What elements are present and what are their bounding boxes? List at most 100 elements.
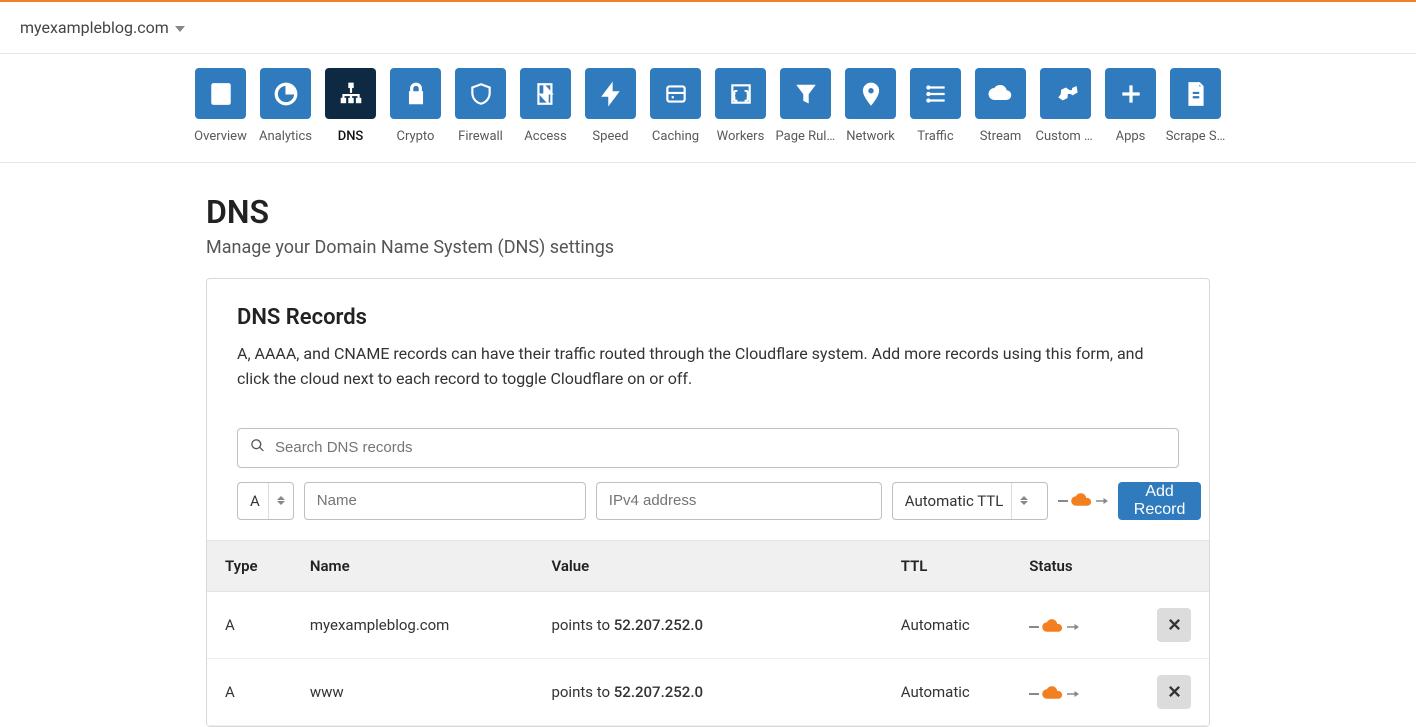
nav-item-access[interactable]: Access	[520, 68, 571, 144]
nav-label: Analytics	[259, 129, 312, 144]
record-ttl-select[interactable]: Automatic TTL	[892, 482, 1048, 520]
nav-item-stream[interactable]: Stream	[975, 68, 1026, 144]
nav-item-caching[interactable]: Caching	[650, 68, 701, 144]
close-icon	[1168, 618, 1181, 631]
nav-item-analytics[interactable]: Analytics	[260, 68, 311, 144]
nav-label: Stream	[980, 129, 1022, 144]
nav-label: Crypto	[397, 129, 435, 144]
analytics-icon	[260, 68, 311, 119]
nav-item-workers[interactable]: { } Workers	[715, 68, 766, 144]
traffic-icon	[910, 68, 961, 119]
search-row	[237, 428, 1179, 468]
page-title: DNS	[206, 193, 1210, 231]
record-name-input-wrap	[304, 482, 586, 520]
card-heading: DNS Records	[237, 305, 1179, 330]
workers-icon: { }	[715, 68, 766, 119]
dns-records-card: DNS Records A, AAAA, and CNAME records c…	[206, 278, 1210, 727]
nav-label: Scrape S…	[1166, 129, 1226, 144]
nav-item-dns[interactable]: DNS	[325, 68, 376, 144]
scrape-icon	[1170, 68, 1221, 119]
nav-label: Page Rules	[776, 129, 836, 144]
nav-label: DNS	[338, 129, 364, 144]
nav-label: Workers	[717, 129, 765, 144]
records-table: Type Name Value TTL Status Amyexampleblo…	[207, 540, 1209, 726]
nav-item-firewall[interactable]: Firewall	[455, 68, 506, 144]
cell-value[interactable]: points to 52.207.252.0	[537, 591, 886, 658]
domain-bar: myexampleblog.com	[0, 2, 1416, 54]
nav-item-scrape[interactable]: Scrape S…	[1170, 68, 1221, 144]
add-record-button[interactable]: Add Record	[1118, 482, 1202, 520]
cell-name[interactable]: myexampleblog.com	[296, 591, 538, 658]
nav-bar: Overview Analytics DNS Crypto Firewall Access…	[0, 54, 1416, 163]
search-input[interactable]	[275, 439, 1166, 456]
stepper-icon	[268, 483, 285, 519]
delete-record-button[interactable]	[1157, 608, 1191, 642]
nav-label: Firewall	[458, 129, 503, 144]
nav-item-customp[interactable]: Custom P…	[1040, 68, 1091, 144]
access-icon	[520, 68, 571, 119]
nav-item-pagerules[interactable]: Page Rules	[780, 68, 831, 144]
delete-record-button[interactable]	[1157, 675, 1191, 709]
proxy-cloud-toggle[interactable]	[1058, 492, 1108, 510]
dash-left-icon	[1029, 693, 1039, 695]
nav-label: Caching	[652, 129, 699, 144]
cell-delete	[1143, 591, 1209, 658]
nav-item-speed[interactable]: Speed	[585, 68, 636, 144]
search-icon	[250, 438, 265, 457]
customp-icon	[1040, 68, 1091, 119]
search-input-wrap[interactable]	[237, 428, 1179, 468]
col-header-delete	[1143, 540, 1209, 591]
speed-icon	[585, 68, 636, 119]
close-icon	[1168, 685, 1181, 698]
proxy-cloud-toggle[interactable]	[1029, 618, 1079, 636]
col-header-ttl: TTL	[887, 540, 1016, 591]
nav-item-apps[interactable]: Apps	[1105, 68, 1156, 144]
nav-label: Access	[524, 129, 566, 144]
cell-type[interactable]: A	[207, 591, 296, 658]
cell-name[interactable]: www	[296, 658, 538, 725]
nav-label: Network	[846, 129, 895, 144]
domain-selector[interactable]: myexampleblog.com	[20, 18, 185, 37]
cell-value[interactable]: points to 52.207.252.0	[537, 658, 886, 725]
record-type-select[interactable]: A	[237, 482, 294, 520]
dns-icon	[325, 68, 376, 119]
dash-left-icon	[1029, 626, 1039, 628]
col-header-type: Type	[207, 540, 296, 591]
network-icon	[845, 68, 896, 119]
overview-icon	[195, 68, 246, 119]
record-ttl-value: Automatic TTL	[905, 492, 1004, 510]
nav-item-crypto[interactable]: Crypto	[390, 68, 441, 144]
crypto-icon	[390, 68, 441, 119]
cell-status	[1015, 658, 1143, 725]
nav-label: Speed	[592, 129, 628, 144]
nav-item-overview[interactable]: Overview	[195, 68, 246, 144]
record-value-input-wrap	[596, 482, 882, 520]
arrow-right-icon	[1067, 685, 1079, 703]
nav-item-network[interactable]: Network	[845, 68, 896, 144]
cloud-icon	[1041, 619, 1065, 635]
caret-down-icon	[175, 26, 185, 32]
firewall-icon	[455, 68, 506, 119]
stream-icon	[975, 68, 1026, 119]
add-record-form: A Automatic TTL	[237, 482, 1179, 520]
col-header-status: Status	[1015, 540, 1143, 591]
page-body: DNS Manage your Domain Name System (DNS)…	[196, 193, 1220, 727]
record-value-input[interactable]	[597, 492, 881, 509]
cell-ttl[interactable]: Automatic	[887, 658, 1016, 725]
col-header-name: Name	[296, 540, 538, 591]
cell-status	[1015, 591, 1143, 658]
record-type-value: A	[250, 492, 260, 510]
cell-type[interactable]: A	[207, 658, 296, 725]
record-name-input[interactable]	[305, 492, 585, 509]
domain-name: myexampleblog.com	[20, 18, 169, 37]
arrow-right-icon	[1067, 618, 1079, 636]
apps-icon	[1105, 68, 1156, 119]
dash-left-icon	[1058, 500, 1068, 502]
nav-item-traffic[interactable]: Traffic	[910, 68, 961, 144]
page-subtitle: Manage your Domain Name System (DNS) set…	[206, 237, 1210, 258]
table-row: Amyexampleblog.compoints to 52.207.252.0…	[207, 591, 1209, 658]
cell-ttl[interactable]: Automatic	[887, 591, 1016, 658]
pagerules-icon	[780, 68, 831, 119]
proxy-cloud-toggle[interactable]	[1029, 685, 1079, 703]
cell-delete	[1143, 658, 1209, 725]
